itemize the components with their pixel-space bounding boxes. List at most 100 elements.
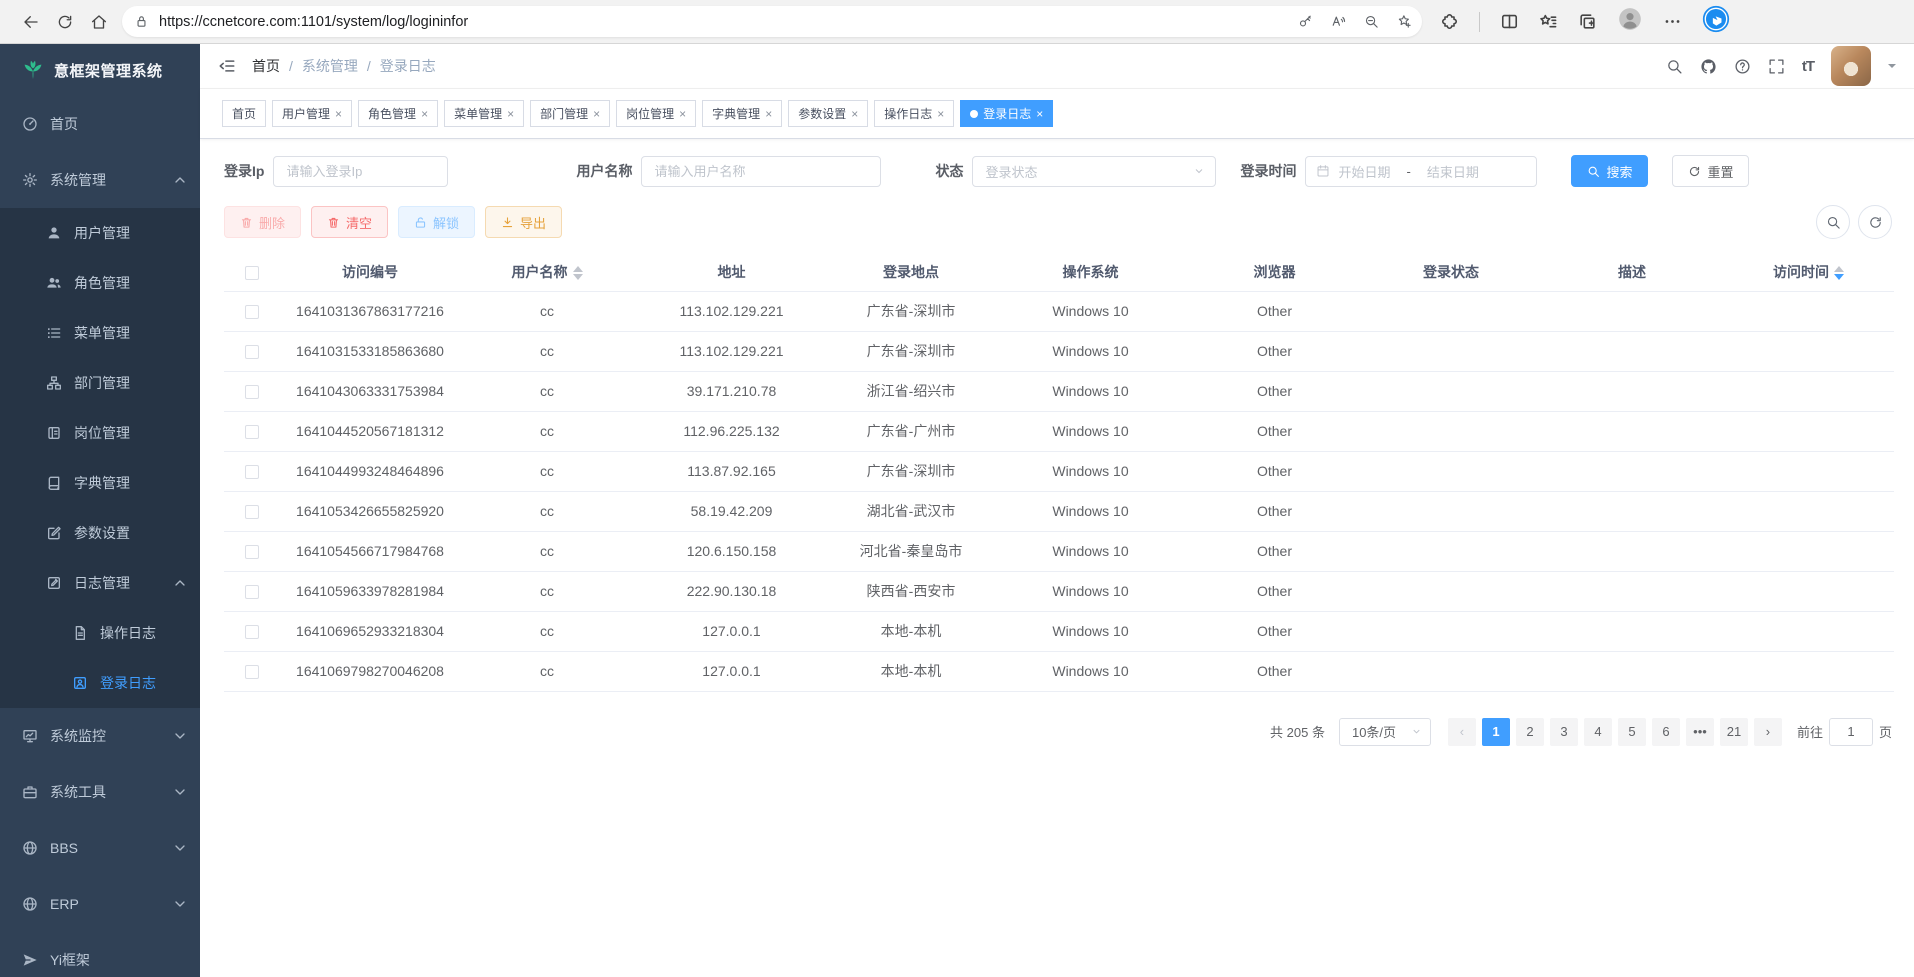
browser-menu-dots-icon[interactable] xyxy=(1663,12,1682,31)
browser-profile-avatar[interactable] xyxy=(1617,6,1643,37)
tab-menu-mgmt[interactable]: 菜单管理× xyxy=(444,100,524,127)
page-button-3[interactable]: 3 xyxy=(1550,718,1578,746)
sidebar-item-dict-mgmt[interactable]: 字典管理 xyxy=(0,458,200,508)
help-icon[interactable] xyxy=(1734,58,1751,75)
table-row[interactable]: 1641069652933218304cc127.0.0.1本地-本机 Wind… xyxy=(224,611,1894,651)
close-icon[interactable]: × xyxy=(851,108,858,120)
row-checkbox[interactable] xyxy=(245,505,259,519)
zoom-out-icon[interactable] xyxy=(1364,14,1379,29)
sidebar-item-param-settings[interactable]: 参数设置 xyxy=(0,508,200,558)
unlock-button[interactable]: 解锁 xyxy=(398,206,475,238)
page-button-4[interactable]: 4 xyxy=(1584,718,1612,746)
table-row[interactable]: 1641069798270046208cc127.0.0.1本地-本机 Wind… xyxy=(224,651,1894,691)
goto-page-input[interactable] xyxy=(1829,718,1873,746)
reset-button[interactable]: 重置 xyxy=(1672,155,1749,187)
row-checkbox[interactable] xyxy=(245,385,259,399)
split-screen-icon[interactable] xyxy=(1500,12,1519,31)
tab-post-mgmt[interactable]: 岗位管理× xyxy=(616,100,696,127)
sidebar-item-bbs[interactable]: BBS xyxy=(0,820,200,876)
breadcrumb-home[interactable]: 首页 xyxy=(252,56,280,76)
login-ip-input[interactable] xyxy=(273,156,448,187)
user-avatar[interactable] xyxy=(1831,46,1871,86)
address-bar[interactable]: https://ccnetcore.com:1101/system/log/lo… xyxy=(122,6,1422,37)
tab-login-log[interactable]: 登录日志× xyxy=(960,100,1053,127)
browser-refresh-button[interactable] xyxy=(48,5,82,39)
sidebar-item-user-mgmt[interactable]: 用户管理 xyxy=(0,208,200,258)
tab-dict-mgmt[interactable]: 字典管理× xyxy=(702,100,782,127)
url-text[interactable]: https://ccnetcore.com:1101/system/log/lo… xyxy=(159,14,1298,30)
sort-icons[interactable] xyxy=(1834,266,1844,280)
row-checkbox[interactable] xyxy=(245,425,259,439)
close-icon[interactable]: × xyxy=(765,108,772,120)
page-button-6[interactable]: 6 xyxy=(1652,718,1680,746)
sidebar-item-role-mgmt[interactable]: 角色管理 xyxy=(0,258,200,308)
delete-button[interactable]: 删除 xyxy=(224,206,301,238)
prev-page-button[interactable]: ‹ xyxy=(1448,718,1476,746)
sidebar-item-log-mgmt[interactable]: 日志管理 xyxy=(0,558,200,608)
row-checkbox[interactable] xyxy=(245,465,259,479)
show-search-toggle-button[interactable] xyxy=(1816,205,1850,239)
sidebar-item-login-log[interactable]: 登录日志 xyxy=(0,658,200,708)
page-size-select[interactable]: 10条/页 xyxy=(1339,718,1431,746)
page-button-1[interactable]: 1 xyxy=(1482,718,1510,746)
close-icon[interactable]: × xyxy=(679,108,686,120)
search-button[interactable]: 搜索 xyxy=(1571,155,1648,187)
sidebar-item-dept-mgmt[interactable]: 部门管理 xyxy=(0,358,200,408)
table-row[interactable]: 1641059633978281984cc222.90.130.18陕西省-西安… xyxy=(224,571,1894,611)
github-icon[interactable] xyxy=(1700,58,1717,75)
font-size-icon[interactable]: tT xyxy=(1802,58,1814,75)
sidebar-collapse-button[interactable] xyxy=(218,57,236,75)
col-visit-time[interactable]: 访问时间 xyxy=(1723,253,1894,291)
table-row[interactable]: 1641044520567181312cc112.96.225.132广东省-广… xyxy=(224,411,1894,451)
close-icon[interactable]: × xyxy=(421,108,428,120)
start-date-placeholder[interactable]: 开始日期 xyxy=(1338,162,1390,181)
bing-chat-icon[interactable] xyxy=(1702,5,1730,38)
tab-user-mgmt[interactable]: 用户管理× xyxy=(272,100,352,127)
table-row[interactable]: 1641053426655825920cc58.19.42.209湖北省-武汉市… xyxy=(224,491,1894,531)
sort-icons[interactable] xyxy=(573,266,583,280)
next-page-button[interactable]: › xyxy=(1754,718,1782,746)
sidebar-item-system-tools[interactable]: 系统工具 xyxy=(0,764,200,820)
tab-home[interactable]: 首页 xyxy=(222,100,266,127)
close-icon[interactable]: × xyxy=(593,108,600,120)
refresh-table-button[interactable] xyxy=(1858,205,1892,239)
page-button-5[interactable]: 5 xyxy=(1618,718,1646,746)
table-row[interactable]: 1641031533185863680cc113.102.129.221广东省-… xyxy=(224,331,1894,371)
export-button[interactable]: 导出 xyxy=(485,206,562,238)
sidebar-item-oper-log[interactable]: 操作日志 xyxy=(0,608,200,658)
tab-param-settings[interactable]: 参数设置× xyxy=(788,100,868,127)
add-favorite-icon[interactable] xyxy=(1397,14,1412,29)
select-all-checkbox[interactable] xyxy=(245,266,259,280)
favorites-icon[interactable] xyxy=(1539,12,1558,31)
close-icon[interactable]: × xyxy=(937,108,944,120)
fullscreen-icon[interactable] xyxy=(1768,58,1785,75)
table-row[interactable]: 1641031367863177216cc113.102.129.221广东省-… xyxy=(224,291,1894,331)
row-checkbox[interactable] xyxy=(245,665,259,679)
row-checkbox[interactable] xyxy=(245,305,259,319)
date-range-picker[interactable]: 开始日期 - 结束日期 xyxy=(1305,156,1537,187)
row-checkbox[interactable] xyxy=(245,545,259,559)
breadcrumb-system-mgmt[interactable]: 系统管理 xyxy=(302,56,358,76)
table-row[interactable]: 1641054566717984768cc120.6.150.158河北省-秦皇… xyxy=(224,531,1894,571)
table-row[interactable]: 1641044993248464896cc113.87.92.165广东省-深圳… xyxy=(224,451,1894,491)
page-button-2[interactable]: 2 xyxy=(1516,718,1544,746)
browser-back-button[interactable] xyxy=(14,5,48,39)
clear-button[interactable]: 清空 xyxy=(311,206,388,238)
sidebar-item-system-mgmt[interactable]: 系统管理 xyxy=(0,152,200,208)
col-user-name[interactable]: 用户名称 xyxy=(460,253,634,291)
sidebar-item-erp[interactable]: ERP xyxy=(0,876,200,932)
extensions-icon[interactable] xyxy=(1440,12,1459,31)
sidebar-item-system-monitor[interactable]: 系统监控 xyxy=(0,708,200,764)
search-icon[interactable] xyxy=(1666,58,1683,75)
status-select[interactable]: 登录状态 xyxy=(972,156,1216,187)
page-button-21[interactable]: 21 xyxy=(1720,718,1748,746)
browser-home-button[interactable] xyxy=(82,5,116,39)
row-checkbox[interactable] xyxy=(245,345,259,359)
end-date-placeholder[interactable]: 结束日期 xyxy=(1427,162,1479,181)
password-key-icon[interactable] xyxy=(1298,14,1313,29)
collections-icon[interactable] xyxy=(1578,12,1597,31)
tab-role-mgmt[interactable]: 角色管理× xyxy=(358,100,438,127)
sidebar-item-home[interactable]: 首页 xyxy=(0,96,200,152)
sidebar-item-yi-framework[interactable]: Yi框架 xyxy=(0,932,200,977)
row-checkbox[interactable] xyxy=(245,585,259,599)
